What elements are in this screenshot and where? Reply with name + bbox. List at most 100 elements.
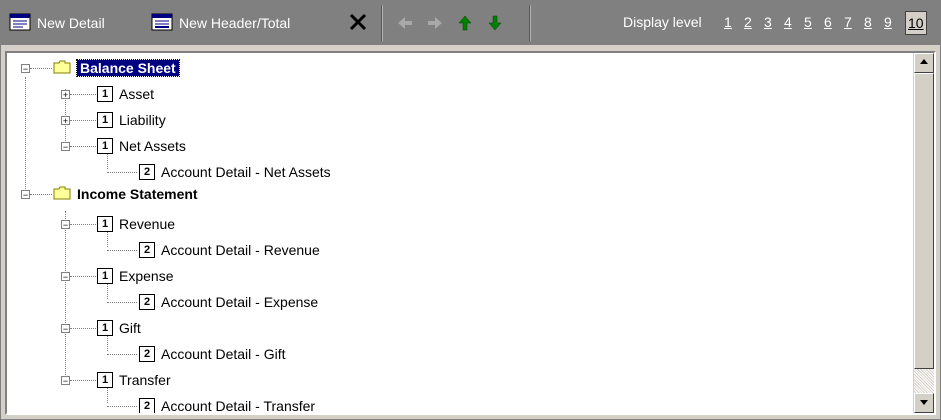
level-box-icon: 2 <box>139 398 155 413</box>
tree-row-label: Account Detail - Transfer <box>161 398 316 414</box>
tree-content: − + + − − − − − − Balance Sheet 1 Asset … <box>7 53 907 413</box>
display-level-4[interactable]: 4 <box>784 14 792 30</box>
tree-connector <box>70 328 96 329</box>
scroll-up-button[interactable] <box>914 53 934 73</box>
tree-row-liability[interactable]: 1 Liability <box>97 109 166 131</box>
folder-icon <box>53 186 71 203</box>
new-detail-button[interactable]: New Detail <box>9 9 105 37</box>
tree-row-revenue[interactable]: 1 Revenue <box>97 213 175 235</box>
tree-row-label: Gift <box>119 320 141 336</box>
display-level-3[interactable]: 3 <box>764 14 772 30</box>
tree-connector <box>107 302 137 303</box>
tree-row-label: Account Detail - Net Assets <box>161 164 331 180</box>
tree-row-label: Transfer <box>119 372 171 388</box>
delete-x-icon <box>348 12 368 35</box>
collapse-icon[interactable]: − <box>61 324 70 334</box>
tree-connector <box>30 194 52 195</box>
tree-row-label: Liability <box>119 112 166 128</box>
move-up-icon <box>455 15 475 37</box>
move-left-icon <box>395 17 415 37</box>
tree-connector <box>107 250 137 251</box>
move-down-button[interactable] <box>485 13 505 33</box>
tree-connector <box>65 211 66 375</box>
tree-row-account-detail-revenue[interactable]: 2 Account Detail - Revenue <box>139 239 320 261</box>
level-box-icon: 1 <box>97 372 113 388</box>
level-box-icon: 2 <box>139 346 155 362</box>
tree-row-net-assets[interactable]: 1 Net Assets <box>97 135 186 157</box>
tree-row-balance-sheet[interactable]: Balance Sheet <box>53 57 180 79</box>
display-level-1[interactable]: 1 <box>724 14 732 30</box>
toolbar: New Detail New Header/Total Display leve… <box>1 1 940 45</box>
tree-row-transfer[interactable]: 1 Transfer <box>97 369 171 391</box>
collapse-icon[interactable]: − <box>61 220 70 230</box>
collapse-icon[interactable]: − <box>61 376 70 386</box>
scrollbar-track[interactable] <box>914 369 934 393</box>
toolbar-separator <box>529 5 531 41</box>
level-box-icon: 2 <box>139 164 155 180</box>
level-box-icon: 1 <box>97 216 113 232</box>
collapse-icon[interactable]: − <box>61 142 70 152</box>
tree-connector <box>70 94 96 95</box>
tree-row-label: Income Statement <box>77 186 198 202</box>
level-box-icon: 2 <box>139 242 155 258</box>
tree-row-expense[interactable]: 1 Expense <box>97 265 173 287</box>
new-header-total-button[interactable]: New Header/Total <box>151 9 290 37</box>
tree-connector <box>70 146 96 147</box>
move-left-button[interactable] <box>395 13 415 33</box>
vertical-scrollbar[interactable] <box>913 53 934 413</box>
collapse-icon[interactable]: − <box>61 272 70 282</box>
move-right-icon <box>425 17 445 37</box>
tree-row-asset[interactable]: 1 Asset <box>97 83 154 105</box>
display-level-2[interactable]: 2 <box>744 14 752 30</box>
tree-connector <box>70 276 96 277</box>
tree-row-account-detail-gift[interactable]: 2 Account Detail - Gift <box>139 343 286 365</box>
expand-icon[interactable]: + <box>61 116 70 126</box>
display-level-8[interactable]: 8 <box>864 14 872 30</box>
scroll-down-arrow-icon <box>919 398 929 408</box>
tree-row-income-statement[interactable]: Income Statement <box>53 183 198 205</box>
tree-row-label: Account Detail - Expense <box>161 294 319 310</box>
tree-row-account-detail-transfer[interactable]: 2 Account Detail - Transfer <box>139 395 316 414</box>
collapse-icon[interactable]: − <box>21 190 30 200</box>
tree-row-label: Account Detail - Gift <box>161 346 286 362</box>
display-level-9[interactable]: 9 <box>884 14 892 30</box>
move-up-button[interactable] <box>455 13 475 33</box>
detail-icon <box>9 13 31 34</box>
collapse-icon[interactable]: − <box>21 64 30 74</box>
level-box-icon: 1 <box>97 320 113 336</box>
display-level-5[interactable]: 5 <box>804 14 812 30</box>
tree-connector <box>107 406 137 407</box>
tree-row-label: Expense <box>119 268 174 284</box>
new-header-total-label: New Header/Total <box>179 15 291 31</box>
tree-connector <box>107 172 137 173</box>
display-level-label: Display level <box>623 14 702 30</box>
level-box-icon: 2 <box>139 294 155 310</box>
report-tree[interactable]: − + + − − − − − − Balance Sheet 1 Asset … <box>5 51 936 415</box>
tree-row-label: Balance Sheet <box>76 59 180 77</box>
tree-row-label: Asset <box>119 86 155 102</box>
tree-connector <box>25 77 26 191</box>
tree-connector <box>30 68 52 69</box>
scrollbar-thumb[interactable] <box>914 73 934 369</box>
report-format-editor: New Detail New Header/Total Display leve… <box>0 0 941 420</box>
tree-connector <box>70 120 96 121</box>
tree-row-label: Account Detail - Revenue <box>161 242 320 258</box>
display-level-6[interactable]: 6 <box>824 14 832 30</box>
tree-row-account-detail-net-assets[interactable]: 2 Account Detail - Net Assets <box>139 161 331 183</box>
level-box-icon: 1 <box>97 86 113 102</box>
tree-connector <box>107 354 137 355</box>
delete-button[interactable] <box>345 9 371 37</box>
move-down-icon <box>485 15 505 37</box>
expand-icon[interactable]: + <box>61 90 70 100</box>
scroll-up-arrow-icon <box>919 58 929 68</box>
new-detail-label: New Detail <box>37 15 105 31</box>
tree-row-gift[interactable]: 1 Gift <box>97 317 141 339</box>
move-right-button[interactable] <box>425 13 445 33</box>
display-level-7[interactable]: 7 <box>844 14 852 30</box>
tree-row-label: Revenue <box>119 216 176 232</box>
tree-row-account-detail-expense[interactable]: 2 Account Detail - Expense <box>139 291 318 313</box>
level-box-icon: 1 <box>97 138 113 154</box>
scroll-down-button[interactable] <box>914 393 934 413</box>
display-level-10[interactable]: 10 <box>905 11 927 35</box>
header-total-icon <box>151 13 173 34</box>
